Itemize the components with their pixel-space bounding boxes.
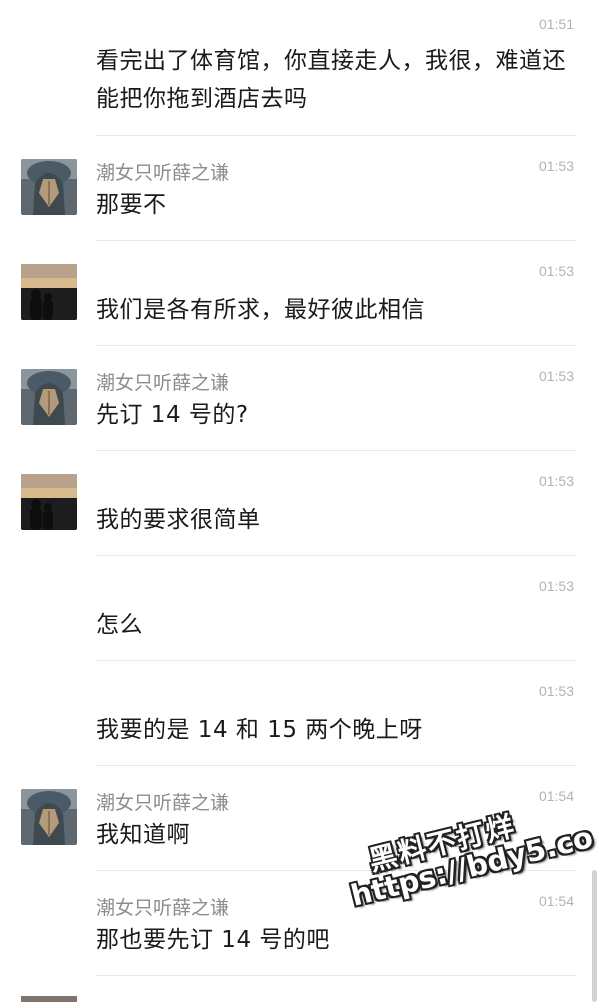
message-text: 先订 14 号的? — [96, 402, 249, 428]
message-text: 怎么 — [96, 612, 143, 638]
message-time: 01:53 — [538, 683, 574, 699]
message-time: 01:53 — [538, 473, 574, 489]
sunset-avatar-icon — [21, 474, 77, 530]
message-text: 那也要先订 14 号的吧 — [96, 927, 330, 953]
message-time: 01:53 — [538, 263, 574, 279]
message-divider — [96, 555, 576, 556]
sender-name: 潮女只听薛之谦 — [96, 897, 230, 919]
message-divider — [96, 345, 576, 346]
message-divider — [96, 240, 576, 241]
message-divider — [96, 975, 576, 976]
message-text: 那要不 — [96, 192, 167, 218]
chat-history-view: 01:51 看完出了体育馆，你直接走人，我很，难道还能把你拖到酒店去吗 潮女只听… — [0, 0, 600, 1002]
sender-name: 潮女只听薛之谦 — [96, 792, 230, 814]
message-time: 01:51 — [538, 16, 574, 32]
girl-avatar-icon — [21, 159, 77, 215]
message-text: 我们是各有所求，最好彼此相信 — [96, 297, 425, 323]
sender-name: 潮女只听薛之谦 — [96, 372, 230, 394]
sunset-avatar[interactable] — [21, 474, 77, 530]
message-time: 01:53 — [538, 368, 574, 384]
message-time: 01:53 — [538, 578, 574, 594]
sender-name: 潮女只听薛之谦 — [96, 162, 230, 184]
girl-avatar-icon — [21, 789, 77, 845]
message-time: 01:53 — [538, 158, 574, 174]
girl-avatar-icon — [21, 369, 77, 425]
scrollbar[interactable] — [592, 870, 597, 1002]
girl-avatar[interactable] — [21, 159, 77, 215]
message-divider — [96, 450, 576, 451]
message-divider — [96, 135, 576, 136]
sunset-avatar-icon — [21, 264, 77, 320]
message-text: 看完出了体育馆，你直接走人，我很，难道还能把你拖到酒店去吗 — [96, 48, 566, 112]
girl-avatar[interactable] — [21, 789, 77, 845]
message-divider — [96, 660, 576, 661]
avatar[interactable] — [21, 996, 77, 1002]
girl-avatar[interactable] — [21, 369, 77, 425]
message-text: 我要的是 14 和 15 两个晚上呀 — [96, 717, 423, 743]
message-text: 我的要求很简单 — [96, 507, 261, 533]
sunset-avatar[interactable] — [21, 264, 77, 320]
message-time: 01:54 — [538, 893, 574, 909]
watermark: 黑料不打烊 https://bdy5.co — [330, 747, 600, 917]
